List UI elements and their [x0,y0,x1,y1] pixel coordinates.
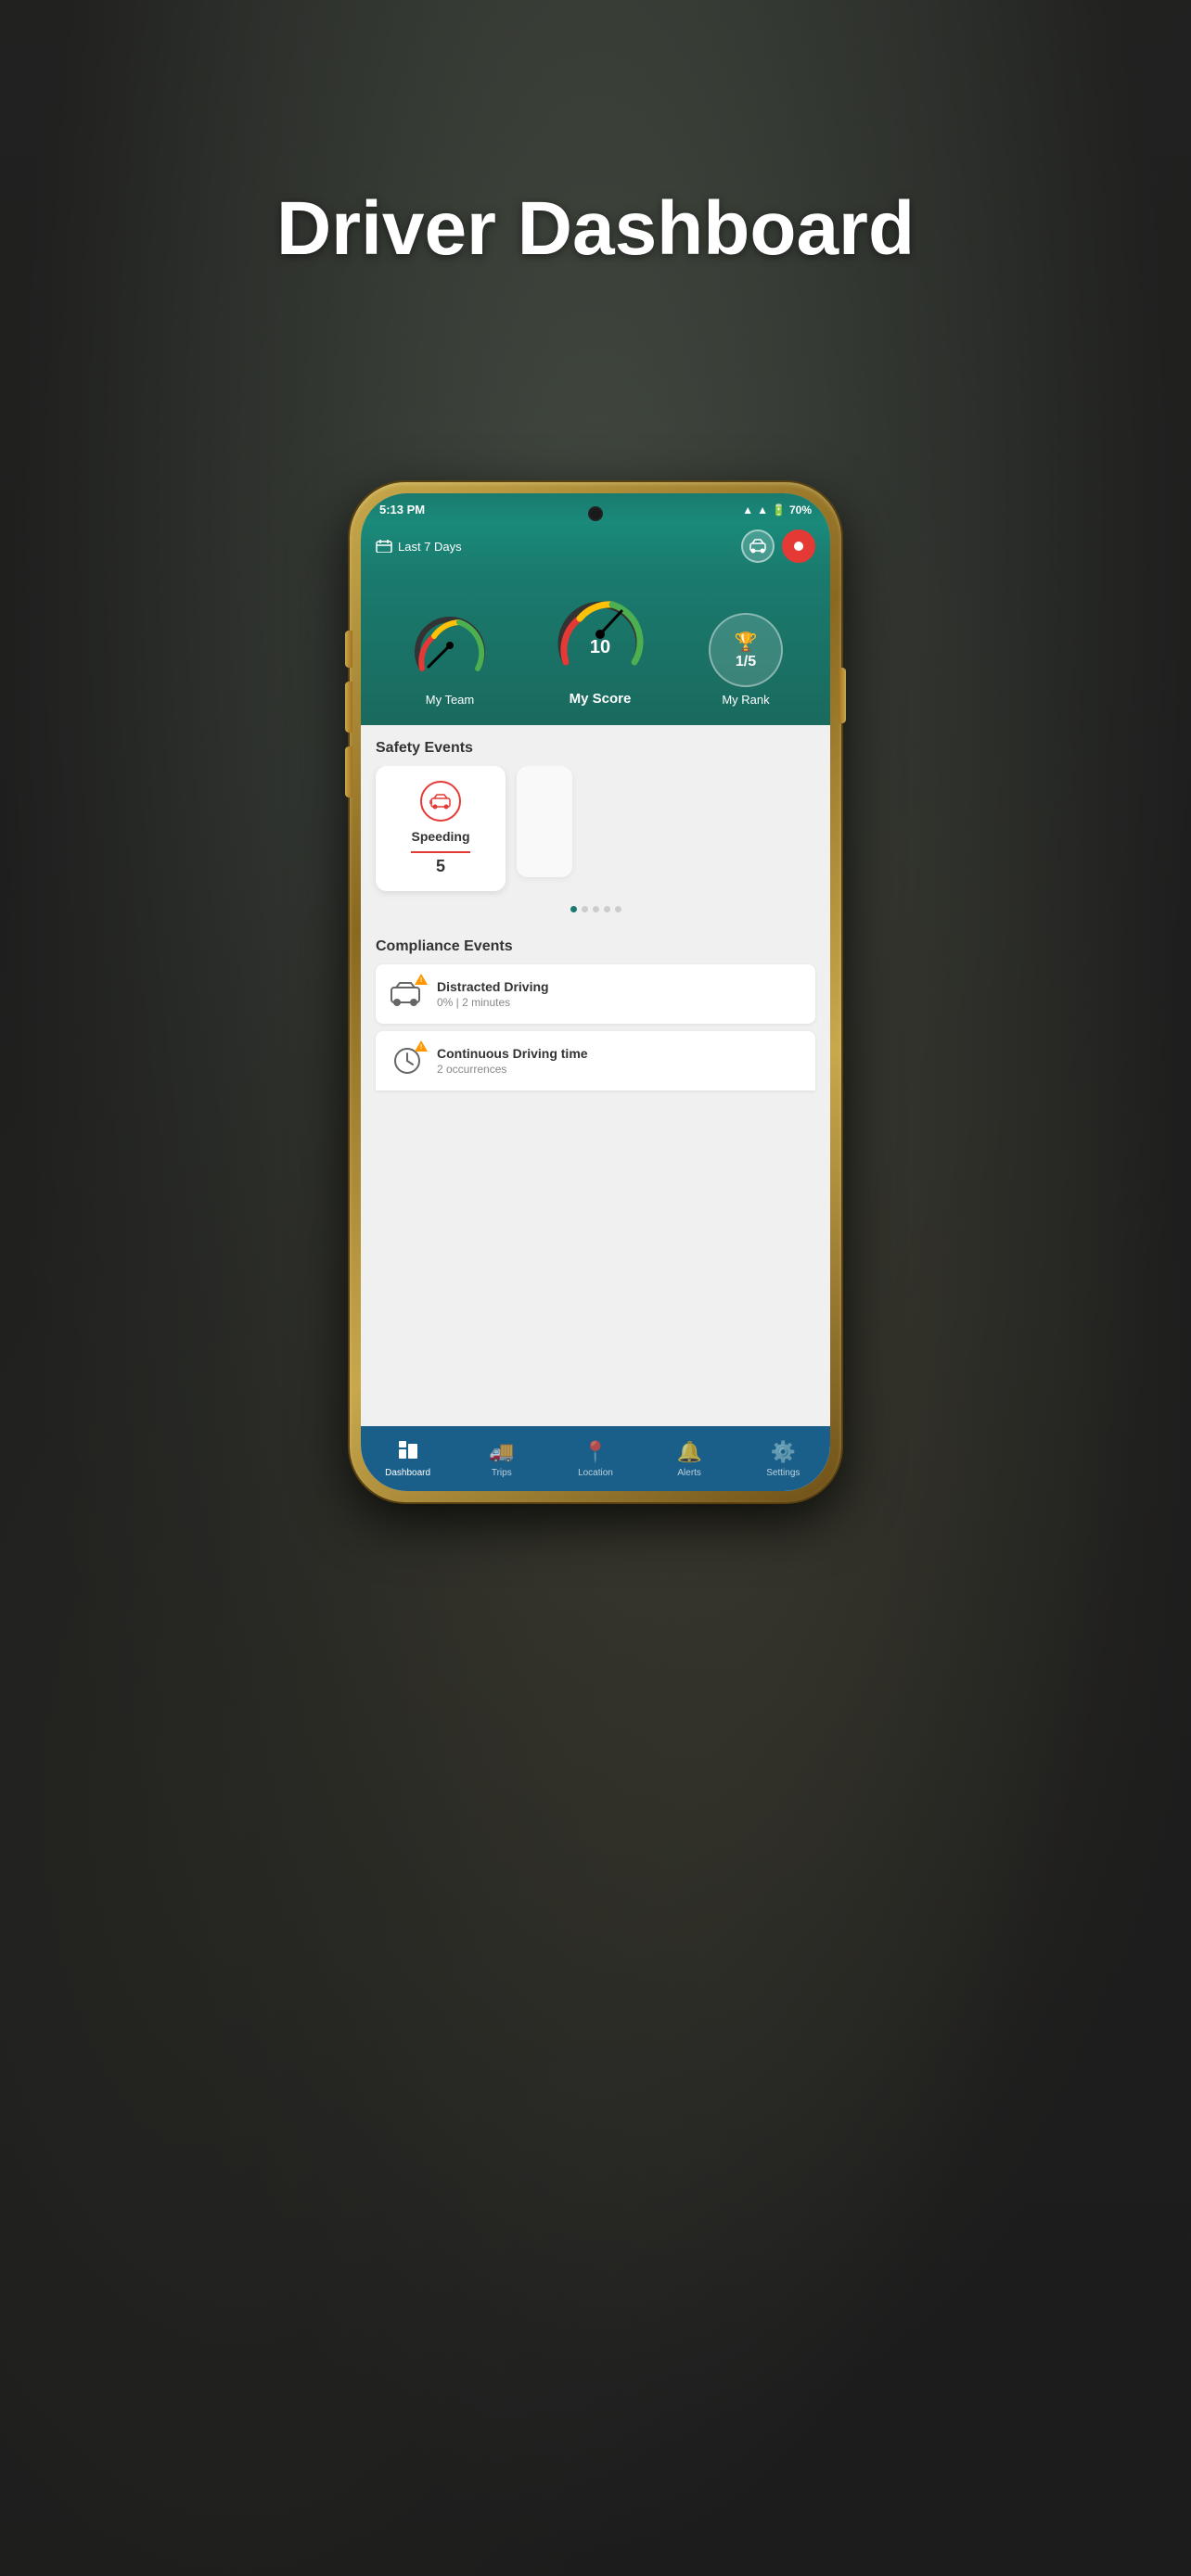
status-time: 5:13 PM [379,503,425,516]
my-rank-value: 1/5 [736,654,756,670]
nav-location[interactable]: 📍 Location [572,1440,619,1478]
status-icons: ▲ ▲ 🔋 70% [742,504,812,516]
signal-icon: ▲ [757,504,768,516]
alerts-icon: 🔔 [676,1440,701,1464]
record-icon [792,540,805,553]
continuous-driving-detail: 2 occurrences [437,1063,802,1076]
dot-3 [593,906,599,912]
my-team-gauge [408,604,492,687]
nav-settings-label: Settings [766,1468,800,1478]
continuous-driving-icon: ! [389,1042,426,1079]
calendar-icon [376,540,392,553]
my-score-gauge: 10 [549,583,651,685]
my-rank-item: 🏆 1/5 My Rank [709,613,783,707]
phone-mockup: 5:13 PM ▲ ▲ 🔋 70% [350,482,841,1502]
distracted-driving-item[interactable]: ! Distracted Driving 0% | 2 minutes [376,964,815,1024]
header-bar: Last 7 Days [361,522,830,574]
settings-icon: ⚙️ [771,1440,796,1464]
my-team-score: My Team [408,604,492,707]
continuous-driving-name: Continuous Driving time [437,1046,802,1061]
volume-up-button [345,631,352,668]
nav-alerts-label: Alerts [677,1468,701,1478]
dot-4 [604,906,610,912]
distracted-driving-text: Distracted Driving 0% | 2 minutes [437,979,802,1009]
continuous-driving-item[interactable]: ! Continuous Driving time 2 occurrences [376,1031,815,1090]
date-filter-label: Last 7 Days [398,540,462,554]
my-team-label: My Team [426,693,475,707]
header-actions [741,529,815,563]
my-score-item: 10 My Score [549,583,651,707]
trips-icon: 🚚 [489,1440,514,1464]
page-title: Driver Dashboard [276,185,915,273]
dot-5 [615,906,621,912]
my-score-label: My Score [570,691,632,707]
speeding-icon [420,781,461,822]
dot-2 [582,906,588,912]
record-button[interactable] [782,529,815,563]
nav-dashboard-label: Dashboard [385,1468,430,1478]
speeding-card[interactable]: Speeding 5 [376,766,506,891]
svg-text:10: 10 [590,637,610,657]
bottom-nav: Dashboard 🚚 Trips 📍 Location 🔔 Alerts [361,1426,830,1491]
continuous-driving-text: Continuous Driving time 2 occurrences [437,1046,802,1076]
volume-down-button [345,682,352,733]
battery-icon: 🔋 [772,504,786,516]
nav-trips-label: Trips [492,1468,512,1478]
battery-percent: 70% [789,504,812,516]
nav-settings[interactable]: ⚙️ Settings [760,1440,806,1478]
distracted-driving-icon: ! [389,976,426,1013]
camera-button [345,746,352,797]
safety-events-cards: Speeding 5 [361,766,830,906]
nav-alerts[interactable]: 🔔 Alerts [666,1440,712,1478]
trophy-icon: 🏆 [735,631,758,654]
date-filter[interactable]: Last 7 Days [376,540,462,554]
next-card-peek [517,766,572,877]
compliance-list: ! Distracted Driving 0% | 2 minutes [361,964,830,1090]
dot-1 [570,906,577,912]
vehicle-icon [749,539,767,554]
distracted-driving-name: Distracted Driving [437,979,802,994]
vehicle-button[interactable] [741,529,775,563]
main-content: Safety Events [361,725,830,1491]
speeding-value: 5 [411,851,471,876]
location-icon: 📍 [583,1440,608,1464]
wifi-icon: ▲ [742,504,753,516]
nav-dashboard[interactable]: Dashboard [385,1440,431,1478]
dashboard-icon [398,1440,418,1464]
speeding-car-icon [429,793,452,810]
camera-notch [588,506,603,521]
my-rank-circle: 🏆 1/5 [709,613,783,687]
distracted-driving-detail: 0% | 2 minutes [437,996,802,1009]
score-area: My Team [361,574,830,725]
carousel-dots [361,906,830,924]
safety-events-title: Safety Events [361,725,830,766]
phone-screen: 5:13 PM ▲ ▲ 🔋 70% [361,493,830,1491]
my-rank-label: My Rank [722,693,769,707]
power-button [839,668,846,723]
nav-location-label: Location [578,1468,613,1478]
speeding-name: Speeding [411,829,469,844]
nav-trips[interactable]: 🚚 Trips [479,1440,525,1478]
compliance-events-title: Compliance Events [361,924,830,964]
